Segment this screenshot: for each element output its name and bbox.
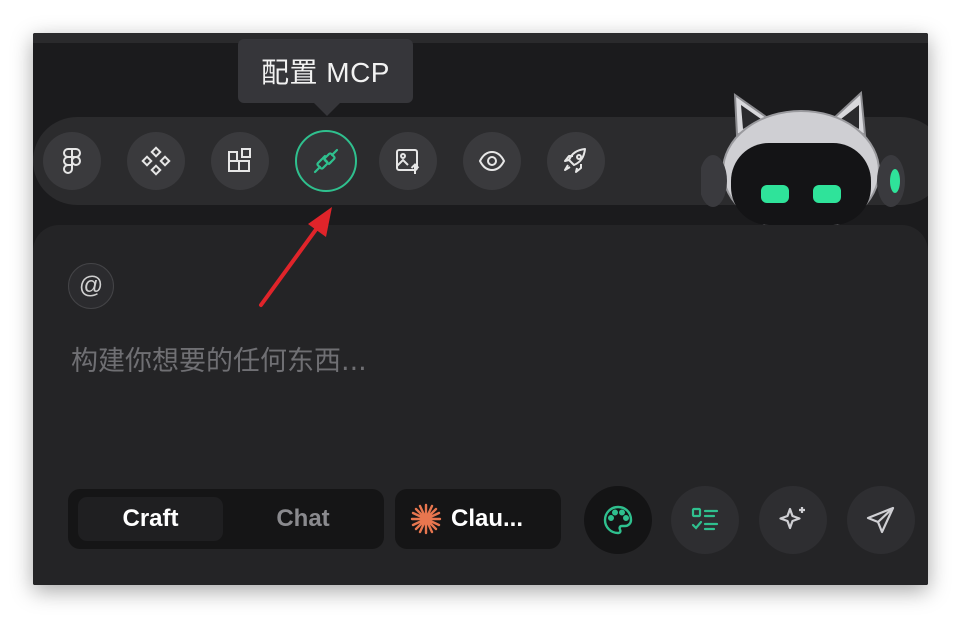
tooltip-caret — [314, 103, 340, 116]
app-window: 配置 MCP @ 构建你想要的任何东西... Craft Chat Clau..… — [33, 33, 928, 585]
robot-cat-mascot — [701, 90, 905, 225]
plug-icon — [313, 148, 339, 174]
model-label: Clau... — [451, 505, 524, 532]
components-icon — [141, 146, 171, 176]
image-upload-button[interactable] — [379, 132, 437, 190]
claude-sparkle-icon — [410, 503, 442, 535]
sparkle-icon — [779, 507, 805, 530]
enhance-button[interactable] — [759, 486, 827, 554]
image-upload-icon — [396, 149, 420, 174]
figma-icon — [63, 148, 81, 174]
mode-toggle: Craft Chat — [68, 489, 384, 549]
mention-button[interactable]: @ — [68, 263, 114, 309]
plan-button[interactable] — [671, 486, 739, 554]
send-icon — [866, 506, 895, 534]
model-selector[interactable]: Clau... — [395, 489, 561, 549]
mcp-config-button[interactable] — [295, 130, 357, 192]
deploy-button[interactable] — [547, 132, 605, 190]
tooltip: 配置 MCP — [238, 39, 413, 103]
components-button[interactable] — [127, 132, 185, 190]
mode-craft-button[interactable]: Craft — [78, 497, 223, 541]
figma-button[interactable] — [43, 132, 101, 190]
palette-icon — [603, 505, 633, 535]
theme-button[interactable] — [584, 486, 652, 554]
eye-icon — [478, 150, 506, 172]
mode-chat-button[interactable]: Chat — [230, 497, 376, 541]
title-strip — [33, 33, 928, 43]
widgets-icon — [228, 148, 251, 172]
preview-button[interactable] — [463, 132, 521, 190]
widgets-button[interactable] — [211, 132, 269, 190]
send-button[interactable] — [847, 486, 915, 554]
composer-panel: @ 构建你想要的任何东西... Craft Chat Clau... — [33, 225, 928, 585]
checklist-icon — [691, 507, 719, 531]
prompt-input[interactable]: 构建你想要的任何东西... — [71, 339, 367, 378]
rocket-icon — [564, 148, 586, 173]
